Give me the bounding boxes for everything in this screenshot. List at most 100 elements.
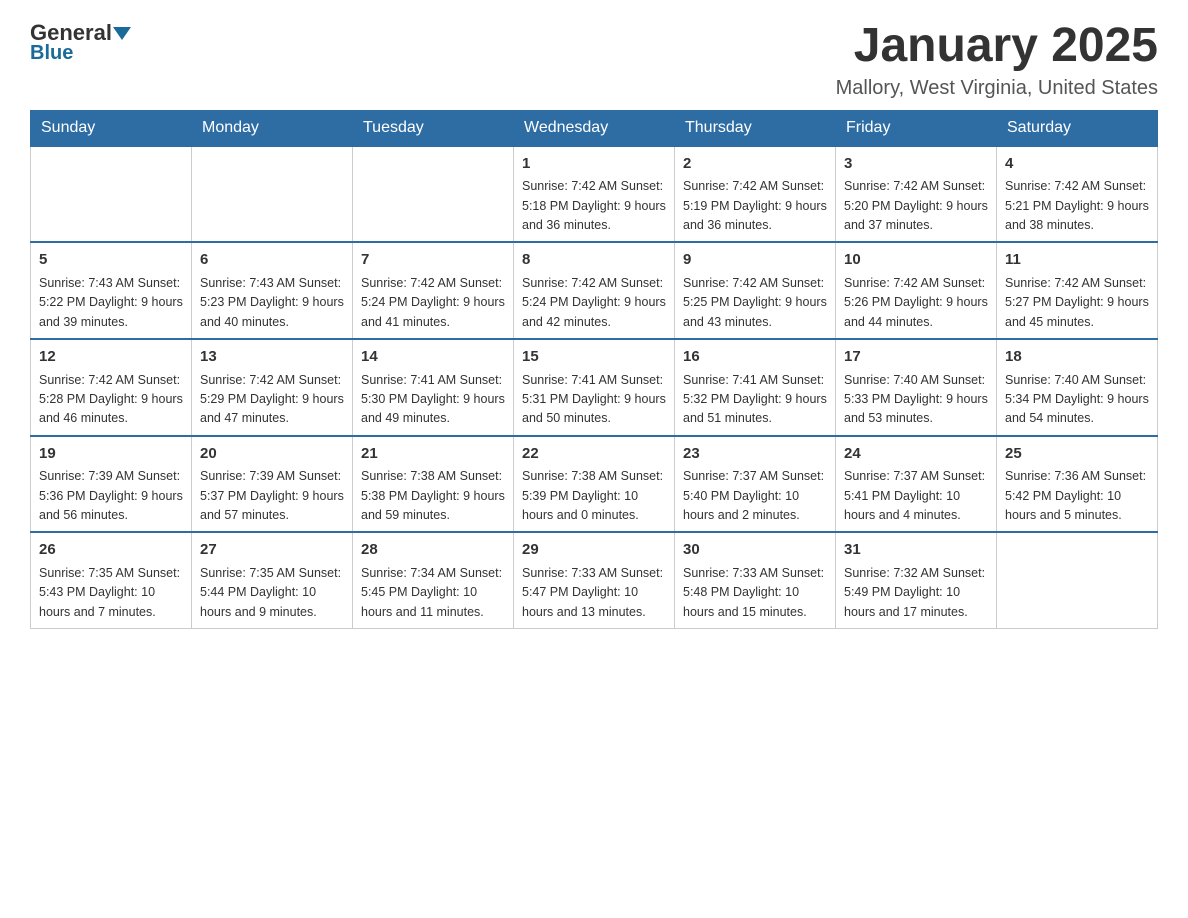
day-number: 2 bbox=[683, 153, 827, 176]
calendar-week-row: 5Sunrise: 7:43 AM Sunset: 5:22 PM Daylig… bbox=[31, 242, 1158, 339]
calendar-cell: 1Sunrise: 7:42 AM Sunset: 5:18 PM Daylig… bbox=[514, 146, 675, 243]
calendar-cell: 12Sunrise: 7:42 AM Sunset: 5:28 PM Dayli… bbox=[31, 339, 192, 436]
day-info: Sunrise: 7:42 AM Sunset: 5:20 PM Dayligh… bbox=[844, 177, 988, 235]
day-info: Sunrise: 7:41 AM Sunset: 5:32 PM Dayligh… bbox=[683, 371, 827, 429]
day-info: Sunrise: 7:42 AM Sunset: 5:28 PM Dayligh… bbox=[39, 371, 183, 429]
day-header-wednesday: Wednesday bbox=[514, 110, 675, 146]
calendar-cell: 20Sunrise: 7:39 AM Sunset: 5:37 PM Dayli… bbox=[192, 436, 353, 533]
calendar-cell: 29Sunrise: 7:33 AM Sunset: 5:47 PM Dayli… bbox=[514, 532, 675, 628]
day-number: 30 bbox=[683, 539, 827, 562]
day-info: Sunrise: 7:35 AM Sunset: 5:44 PM Dayligh… bbox=[200, 564, 344, 622]
calendar-cell: 23Sunrise: 7:37 AM Sunset: 5:40 PM Dayli… bbox=[675, 436, 836, 533]
calendar-cell: 30Sunrise: 7:33 AM Sunset: 5:48 PM Dayli… bbox=[675, 532, 836, 628]
calendar-cell: 18Sunrise: 7:40 AM Sunset: 5:34 PM Dayli… bbox=[997, 339, 1158, 436]
calendar-cell: 24Sunrise: 7:37 AM Sunset: 5:41 PM Dayli… bbox=[836, 436, 997, 533]
day-info: Sunrise: 7:36 AM Sunset: 5:42 PM Dayligh… bbox=[1005, 467, 1149, 525]
calendar-cell bbox=[353, 146, 514, 243]
day-header-sunday: Sunday bbox=[31, 110, 192, 146]
day-number: 23 bbox=[683, 443, 827, 466]
day-number: 11 bbox=[1005, 249, 1149, 272]
day-number: 27 bbox=[200, 539, 344, 562]
day-number: 15 bbox=[522, 346, 666, 369]
day-info: Sunrise: 7:38 AM Sunset: 5:38 PM Dayligh… bbox=[361, 467, 505, 525]
day-number: 20 bbox=[200, 443, 344, 466]
day-number: 26 bbox=[39, 539, 183, 562]
calendar-cell: 17Sunrise: 7:40 AM Sunset: 5:33 PM Dayli… bbox=[836, 339, 997, 436]
calendar-cell: 6Sunrise: 7:43 AM Sunset: 5:23 PM Daylig… bbox=[192, 242, 353, 339]
day-info: Sunrise: 7:37 AM Sunset: 5:41 PM Dayligh… bbox=[844, 467, 988, 525]
day-info: Sunrise: 7:40 AM Sunset: 5:33 PM Dayligh… bbox=[844, 371, 988, 429]
calendar-week-row: 12Sunrise: 7:42 AM Sunset: 5:28 PM Dayli… bbox=[31, 339, 1158, 436]
day-info: Sunrise: 7:33 AM Sunset: 5:48 PM Dayligh… bbox=[683, 564, 827, 622]
calendar-cell: 10Sunrise: 7:42 AM Sunset: 5:26 PM Dayli… bbox=[836, 242, 997, 339]
logo-blue-text: Blue bbox=[30, 42, 73, 65]
calendar-cell: 28Sunrise: 7:34 AM Sunset: 5:45 PM Dayli… bbox=[353, 532, 514, 628]
day-info: Sunrise: 7:37 AM Sunset: 5:40 PM Dayligh… bbox=[683, 467, 827, 525]
day-number: 16 bbox=[683, 346, 827, 369]
calendar-cell: 25Sunrise: 7:36 AM Sunset: 5:42 PM Dayli… bbox=[997, 436, 1158, 533]
day-info: Sunrise: 7:39 AM Sunset: 5:37 PM Dayligh… bbox=[200, 467, 344, 525]
day-info: Sunrise: 7:32 AM Sunset: 5:49 PM Dayligh… bbox=[844, 564, 988, 622]
day-info: Sunrise: 7:42 AM Sunset: 5:18 PM Dayligh… bbox=[522, 177, 666, 235]
day-info: Sunrise: 7:42 AM Sunset: 5:24 PM Dayligh… bbox=[361, 274, 505, 332]
location-text: Mallory, West Virginia, United States bbox=[836, 77, 1158, 100]
calendar-cell: 27Sunrise: 7:35 AM Sunset: 5:44 PM Dayli… bbox=[192, 532, 353, 628]
day-info: Sunrise: 7:41 AM Sunset: 5:30 PM Dayligh… bbox=[361, 371, 505, 429]
day-number: 18 bbox=[1005, 346, 1149, 369]
day-number: 1 bbox=[522, 153, 666, 176]
title-area: January 2025 Mallory, West Virginia, Uni… bbox=[836, 20, 1158, 100]
day-info: Sunrise: 7:42 AM Sunset: 5:25 PM Dayligh… bbox=[683, 274, 827, 332]
day-number: 4 bbox=[1005, 153, 1149, 176]
day-info: Sunrise: 7:42 AM Sunset: 5:24 PM Dayligh… bbox=[522, 274, 666, 332]
calendar-cell bbox=[192, 146, 353, 243]
day-number: 29 bbox=[522, 539, 666, 562]
day-info: Sunrise: 7:40 AM Sunset: 5:34 PM Dayligh… bbox=[1005, 371, 1149, 429]
day-info: Sunrise: 7:34 AM Sunset: 5:45 PM Dayligh… bbox=[361, 564, 505, 622]
calendar-cell: 21Sunrise: 7:38 AM Sunset: 5:38 PM Dayli… bbox=[353, 436, 514, 533]
day-number: 31 bbox=[844, 539, 988, 562]
calendar-header-row: SundayMondayTuesdayWednesdayThursdayFrid… bbox=[31, 110, 1158, 146]
day-info: Sunrise: 7:42 AM Sunset: 5:29 PM Dayligh… bbox=[200, 371, 344, 429]
day-info: Sunrise: 7:43 AM Sunset: 5:22 PM Dayligh… bbox=[39, 274, 183, 332]
day-header-monday: Monday bbox=[192, 110, 353, 146]
calendar-cell bbox=[997, 532, 1158, 628]
calendar-cell: 5Sunrise: 7:43 AM Sunset: 5:22 PM Daylig… bbox=[31, 242, 192, 339]
calendar-table: SundayMondayTuesdayWednesdayThursdayFrid… bbox=[30, 110, 1158, 629]
day-number: 9 bbox=[683, 249, 827, 272]
day-info: Sunrise: 7:42 AM Sunset: 5:27 PM Dayligh… bbox=[1005, 274, 1149, 332]
logo: General Blue bbox=[30, 20, 132, 65]
day-number: 21 bbox=[361, 443, 505, 466]
calendar-cell: 15Sunrise: 7:41 AM Sunset: 5:31 PM Dayli… bbox=[514, 339, 675, 436]
day-number: 8 bbox=[522, 249, 666, 272]
day-number: 5 bbox=[39, 249, 183, 272]
day-info: Sunrise: 7:42 AM Sunset: 5:19 PM Dayligh… bbox=[683, 177, 827, 235]
calendar-cell: 19Sunrise: 7:39 AM Sunset: 5:36 PM Dayli… bbox=[31, 436, 192, 533]
day-number: 19 bbox=[39, 443, 183, 466]
day-number: 6 bbox=[200, 249, 344, 272]
day-number: 3 bbox=[844, 153, 988, 176]
month-title: January 2025 bbox=[836, 20, 1158, 73]
day-header-tuesday: Tuesday bbox=[353, 110, 514, 146]
calendar-week-row: 26Sunrise: 7:35 AM Sunset: 5:43 PM Dayli… bbox=[31, 532, 1158, 628]
day-info: Sunrise: 7:33 AM Sunset: 5:47 PM Dayligh… bbox=[522, 564, 666, 622]
calendar-cell: 14Sunrise: 7:41 AM Sunset: 5:30 PM Dayli… bbox=[353, 339, 514, 436]
calendar-cell: 8Sunrise: 7:42 AM Sunset: 5:24 PM Daylig… bbox=[514, 242, 675, 339]
calendar-cell: 9Sunrise: 7:42 AM Sunset: 5:25 PM Daylig… bbox=[675, 242, 836, 339]
calendar-cell: 13Sunrise: 7:42 AM Sunset: 5:29 PM Dayli… bbox=[192, 339, 353, 436]
logo-arrow-icon bbox=[113, 27, 131, 40]
day-info: Sunrise: 7:43 AM Sunset: 5:23 PM Dayligh… bbox=[200, 274, 344, 332]
day-header-thursday: Thursday bbox=[675, 110, 836, 146]
calendar-week-row: 19Sunrise: 7:39 AM Sunset: 5:36 PM Dayli… bbox=[31, 436, 1158, 533]
day-header-saturday: Saturday bbox=[997, 110, 1158, 146]
day-number: 14 bbox=[361, 346, 505, 369]
calendar-cell: 3Sunrise: 7:42 AM Sunset: 5:20 PM Daylig… bbox=[836, 146, 997, 243]
day-number: 28 bbox=[361, 539, 505, 562]
calendar-cell: 4Sunrise: 7:42 AM Sunset: 5:21 PM Daylig… bbox=[997, 146, 1158, 243]
calendar-cell: 2Sunrise: 7:42 AM Sunset: 5:19 PM Daylig… bbox=[675, 146, 836, 243]
day-info: Sunrise: 7:39 AM Sunset: 5:36 PM Dayligh… bbox=[39, 467, 183, 525]
day-number: 13 bbox=[200, 346, 344, 369]
day-number: 17 bbox=[844, 346, 988, 369]
page-header: General Blue January 2025 Mallory, West … bbox=[30, 20, 1158, 100]
day-number: 25 bbox=[1005, 443, 1149, 466]
day-number: 7 bbox=[361, 249, 505, 272]
